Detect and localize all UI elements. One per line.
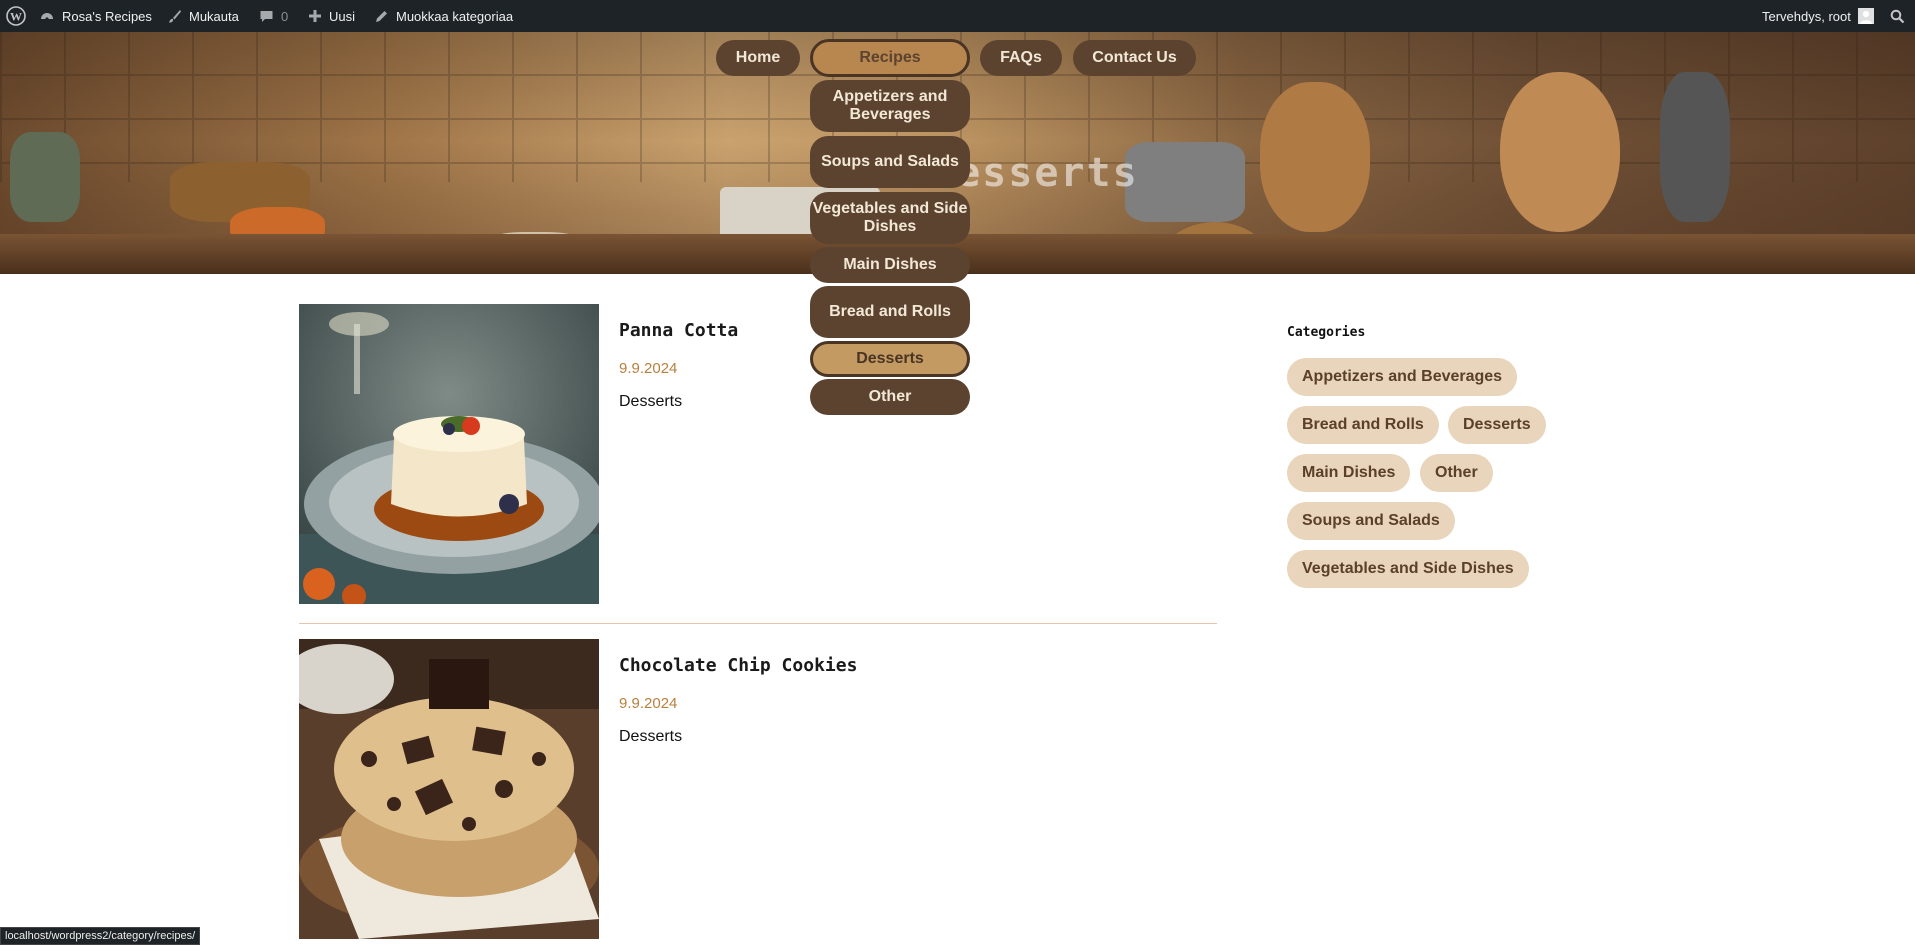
- submenu-bread[interactable]: Bread and Rolls: [810, 286, 970, 338]
- category-tag[interactable]: Other: [1420, 454, 1493, 492]
- edit-category-label: Muokkaa kategoriaa: [396, 8, 514, 24]
- post-separator: [299, 623, 1217, 624]
- nav-recipes[interactable]: Recipes: [810, 39, 970, 77]
- site-name: Rosa's Recipes: [62, 8, 152, 24]
- edit-category-link[interactable]: Muokkaa kategoriaa: [374, 0, 513, 32]
- submenu-soups[interactable]: Soups and Salads: [810, 136, 970, 188]
- category-tag[interactable]: Bread and Rolls: [1287, 406, 1439, 444]
- comments-link[interactable]: 0: [259, 0, 288, 32]
- plus-icon: [309, 10, 321, 22]
- post-title[interactable]: Chocolate Chip Cookies: [619, 655, 857, 676]
- new-content-link[interactable]: Uusi: [308, 0, 355, 32]
- submenu-vegetables[interactable]: Vegetables and Side Dishes: [810, 192, 970, 244]
- avatar: [1857, 8, 1874, 24]
- post-date: 9.9.2024: [619, 360, 678, 377]
- submenu-desserts[interactable]: Desserts: [810, 341, 970, 377]
- submenu-main-dishes[interactable]: Main Dishes: [810, 247, 970, 283]
- category-tag[interactable]: Desserts: [1448, 406, 1546, 444]
- greeting-text: Tervehdys, root: [1762, 8, 1851, 24]
- pencil-icon: [376, 10, 387, 22]
- post-date: 9.9.2024: [619, 695, 678, 712]
- submenu-appetizers[interactable]: Appetizers and Beverages: [810, 80, 970, 132]
- post-thumbnail-cookies[interactable]: [299, 639, 599, 939]
- dashboard-icon: [41, 13, 53, 21]
- my-account-link[interactable]: Tervehdys, root: [1762, 0, 1874, 32]
- category-tag[interactable]: Vegetables and Side Dishes: [1287, 550, 1529, 588]
- post-thumbnail-panna-cotta[interactable]: [299, 304, 599, 604]
- brush-icon: [169, 9, 181, 23]
- post-category[interactable]: Desserts: [619, 728, 682, 746]
- svg-text:W: W: [10, 10, 22, 24]
- search-icon[interactable]: [1890, 0, 1905, 32]
- wordpress-logo-icon[interactable]: W: [6, 0, 26, 32]
- nav-contact[interactable]: Contact Us: [1073, 40, 1196, 76]
- customize-link[interactable]: Mukauta: [167, 0, 239, 32]
- customize-label: Mukauta: [189, 8, 239, 24]
- categories-heading: Categories: [1287, 325, 1366, 340]
- post-title[interactable]: Panna Cotta: [619, 320, 738, 341]
- category-tag[interactable]: Soups and Salads: [1287, 502, 1455, 540]
- comments-count: 0: [281, 8, 289, 24]
- new-label: Uusi: [329, 8, 356, 24]
- nav-faqs[interactable]: FAQs: [980, 40, 1062, 76]
- comment-icon: [260, 10, 273, 22]
- submenu-other[interactable]: Other: [810, 379, 970, 415]
- category-tag[interactable]: Appetizers and Beverages: [1287, 358, 1518, 396]
- status-bar-url: localhost/wordpress2/category/recipes/: [0, 927, 201, 945]
- site-name-link[interactable]: Rosa's Recipes: [39, 0, 152, 32]
- category-tag[interactable]: Main Dishes: [1287, 454, 1411, 492]
- admin-bar: W Rosa's Recipes Mukauta 0 Uusi Muokkaa …: [0, 0, 1915, 32]
- nav-home[interactable]: Home: [716, 40, 800, 76]
- post-category[interactable]: Desserts: [619, 393, 682, 411]
